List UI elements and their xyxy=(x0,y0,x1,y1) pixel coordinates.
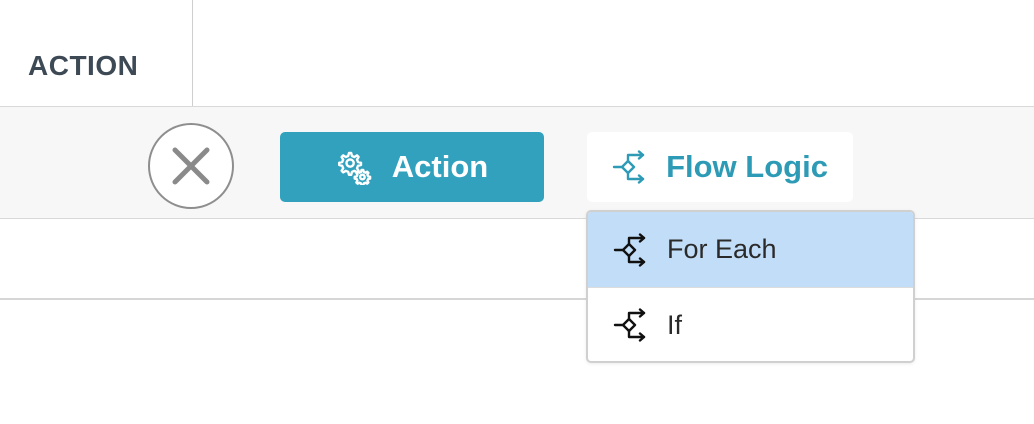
action-button-label: Action xyxy=(391,149,489,184)
gears-icon xyxy=(337,151,372,185)
flow-logic-icon xyxy=(612,150,645,184)
column-header-label: ACTION xyxy=(28,50,139,81)
menu-item-label: For Each xyxy=(667,234,777,264)
flow-designer-page: ACTION Action Flow Logic For Each If xyxy=(0,0,1034,424)
flow-logic-dropdown-menu: For Each If xyxy=(586,210,915,363)
menu-item-if[interactable]: If xyxy=(588,287,913,361)
table-header-action: ACTION xyxy=(0,0,193,106)
flow-logic-button[interactable]: Flow Logic xyxy=(587,132,853,202)
add-step-toolbar: Action Flow Logic xyxy=(0,106,1034,219)
flow-branch-icon xyxy=(613,308,646,342)
close-button[interactable] xyxy=(148,123,234,209)
close-icon xyxy=(172,147,210,185)
menu-item-label: If xyxy=(667,309,683,340)
menu-item-for-each[interactable]: For Each xyxy=(588,212,913,287)
add-action-button[interactable]: Action xyxy=(280,132,544,202)
flow-branch-icon xyxy=(613,232,646,267)
flow-logic-button-label: Flow Logic xyxy=(666,149,828,184)
